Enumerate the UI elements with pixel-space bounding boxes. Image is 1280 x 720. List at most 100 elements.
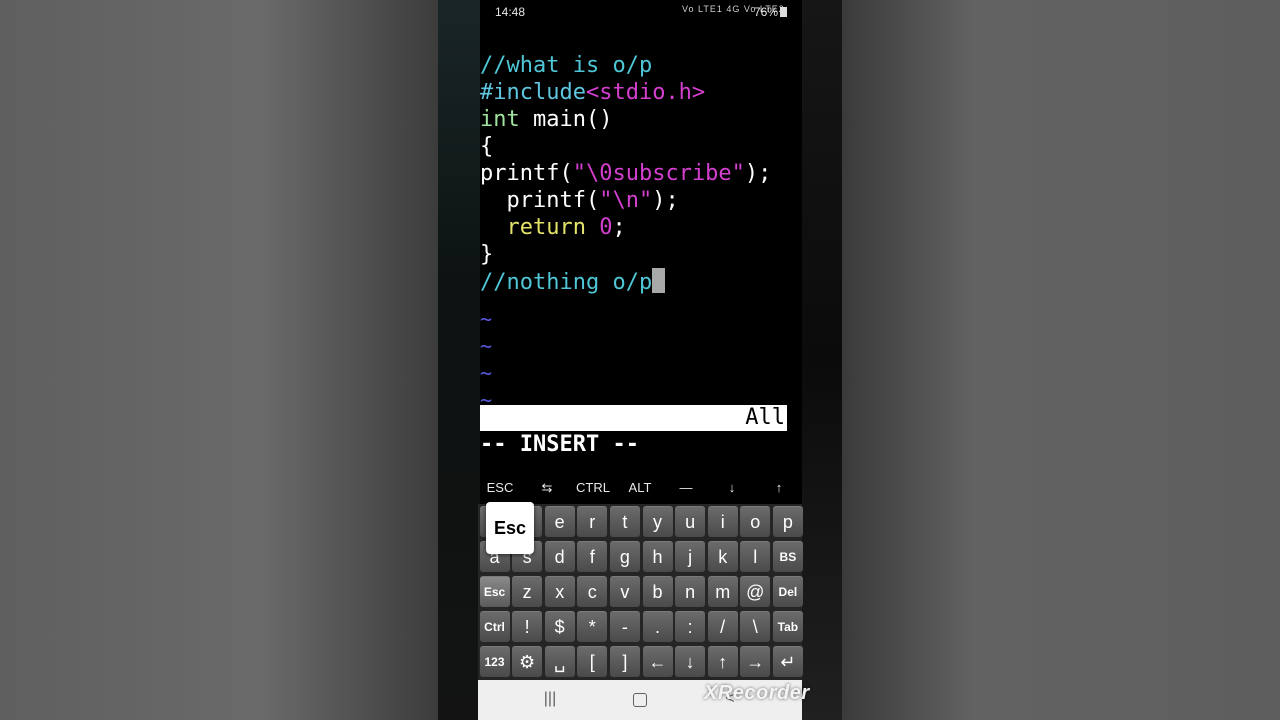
key-row1-5[interactable]: y (642, 506, 673, 537)
battery-level: 76% (754, 5, 788, 19)
key-row2-8[interactable]: l (740, 541, 771, 572)
code-token: <stdio.h> (585, 80, 706, 105)
key-row5-9[interactable]: ↵ (772, 646, 803, 677)
code-token: return (506, 215, 586, 240)
phone-screen: 14:48 Vo LTE1 4G Vo LTE2 76% //what is o… (438, 0, 842, 720)
background-right (842, 0, 1280, 720)
extra-key-tab[interactable]: ⇆ (542, 480, 553, 496)
key-row4-9[interactable]: Tab (772, 611, 803, 642)
key-row3-9[interactable]: Del (772, 576, 803, 607)
key-row2-3[interactable]: f (577, 541, 608, 572)
key-row3-8[interactable]: @ (740, 576, 771, 607)
recorder-watermark: XRecorder (704, 682, 810, 704)
recent-apps-button[interactable]: ||| (544, 690, 556, 708)
key-row4-5[interactable]: . (642, 611, 673, 642)
key-row3-6[interactable]: n (675, 576, 706, 607)
key-row5-3[interactable]: [ (577, 646, 608, 677)
empty-line-marker: ~ (480, 361, 493, 385)
code-line: { (480, 133, 493, 160)
code-line: } (480, 241, 493, 268)
key-row1-9[interactable]: p (772, 506, 803, 537)
key-row5-7[interactable]: ↑ (707, 646, 738, 677)
key-preview-popup: Esc (486, 502, 534, 554)
key-row4-1[interactable]: ! (512, 611, 543, 642)
key-row4-3[interactable]: * (577, 611, 608, 642)
key-row5-5[interactable]: ← (642, 646, 673, 677)
extra-key-ctrl[interactable]: CTRL (576, 480, 610, 495)
key-row5-1[interactable]: ⚙ (512, 646, 543, 677)
code-token: subscribe" (612, 161, 745, 186)
empty-line-marker: ~ (480, 334, 493, 358)
key-row4-4[interactable]: - (609, 611, 640, 642)
code-token: 0 (599, 215, 613, 240)
code-token: ; (612, 215, 626, 240)
key-row4-6[interactable]: : (675, 611, 706, 642)
screen-edge-left (438, 0, 480, 720)
code-line: #include<stdio.h> (480, 79, 705, 106)
extra-key-esc[interactable]: ESC (487, 480, 514, 495)
code-token: ); (652, 188, 679, 213)
key-row5-0[interactable]: 123 (479, 646, 510, 677)
key-row1-3[interactable]: r (577, 506, 608, 537)
code-line: printf("\n"); (480, 187, 679, 214)
key-row1-8[interactable]: o (740, 506, 771, 537)
code-line: //nothing o/p (480, 268, 666, 295)
code-line: printf("\0subscribe"); (480, 160, 771, 187)
code-token: //nothing o/p (480, 270, 653, 295)
status-bar: 14:48 Vo LTE1 4G Vo LTE2 76% (438, 0, 842, 24)
key-row3-3[interactable]: c (577, 576, 608, 607)
key-row2-6[interactable]: j (675, 541, 706, 572)
key-row2-2[interactable]: d (544, 541, 575, 572)
key-row3-5[interactable]: b (642, 576, 673, 607)
code-line: return 0; (480, 214, 626, 241)
text-cursor (652, 268, 666, 293)
key-row1-6[interactable]: u (675, 506, 706, 537)
key-row3-1[interactable]: z (512, 576, 543, 607)
extra-keys-bar: ESC ⇆ CTRL ALT — ↓ ↑ (480, 474, 802, 500)
key-row5-2[interactable]: ␣ (544, 646, 575, 677)
key-row5-4[interactable]: ] (609, 646, 640, 677)
code-token: #include (480, 80, 586, 105)
key-row4-2[interactable]: $ (544, 611, 575, 642)
code-token: //what is o/p (480, 53, 653, 78)
key-row1-2[interactable]: e (544, 506, 575, 537)
code-token: "\0 (572, 161, 613, 186)
extra-key-dash[interactable]: — (680, 480, 693, 495)
extra-key-down[interactable]: ↓ (729, 480, 736, 495)
key-row1-7[interactable]: i (707, 506, 738, 537)
key-row2-9[interactable]: BS (772, 541, 803, 572)
key-row3-4[interactable]: v (609, 576, 640, 607)
code-token: main() (519, 107, 613, 132)
status-time: 14:48 (495, 5, 526, 19)
vim-scroll-position: All (745, 405, 785, 430)
home-button[interactable] (633, 693, 647, 707)
key-row1-4[interactable]: t (609, 506, 640, 537)
battery-icon (780, 7, 788, 17)
key-row5-8[interactable]: → (740, 646, 771, 677)
vim-mode-indicator: -- INSERT -- (480, 432, 639, 457)
key-row3-0[interactable]: Esc (479, 576, 510, 607)
background-left (0, 0, 438, 720)
extra-key-up[interactable]: ↑ (776, 480, 783, 495)
key-row5-6[interactable]: ↓ (675, 646, 706, 677)
vim-status-line: <102.c [+] 9,14 All (480, 405, 787, 456)
extra-key-alt[interactable]: ALT (629, 480, 652, 495)
code-line: //what is o/p (480, 52, 652, 79)
key-row4-7[interactable]: / (707, 611, 738, 642)
key-row3-7[interactable]: m (707, 576, 738, 607)
key-row3-2[interactable]: x (544, 576, 575, 607)
key-row4-0[interactable]: Ctrl (479, 611, 510, 642)
key-row2-7[interactable]: k (707, 541, 738, 572)
code-token: printf( (480, 188, 600, 213)
key-row4-8[interactable]: \ (740, 611, 771, 642)
key-row2-5[interactable]: h (642, 541, 673, 572)
code-token: { (480, 134, 494, 159)
code-token: printf( (480, 161, 573, 186)
key-row2-4[interactable]: g (609, 541, 640, 572)
code-token: ); (744, 161, 772, 186)
screen-edge-right (802, 0, 842, 720)
code-token: } (480, 242, 494, 267)
code-token: "\n" (599, 188, 653, 213)
